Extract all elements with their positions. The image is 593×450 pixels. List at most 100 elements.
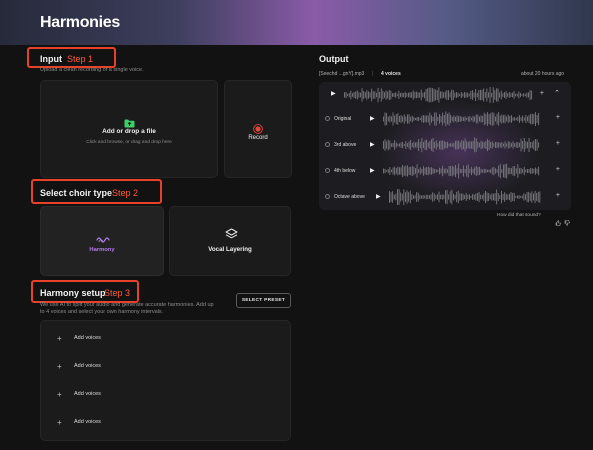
- waveform-bar: [472, 193, 474, 200]
- waveform-bar: [424, 91, 425, 99]
- waveform-bar: [392, 112, 394, 126]
- play-icon[interactable]: ▶: [370, 141, 375, 148]
- waveform-bar: [408, 192, 410, 202]
- waveform-bar: [390, 192, 392, 202]
- waveform-bar: [445, 190, 446, 204]
- waveform-bar: [392, 167, 394, 175]
- waveform-bar: [471, 117, 472, 121]
- play-icon[interactable]: ▶: [331, 90, 336, 97]
- track-radio[interactable]: [325, 142, 330, 147]
- track-radio[interactable]: [325, 168, 330, 173]
- master-waveform[interactable]: [344, 86, 534, 104]
- plus-icon: +: [57, 334, 62, 343]
- track-waveform[interactable]: [389, 188, 541, 206]
- waveform-bar: [506, 116, 508, 122]
- waveform-bar: [512, 166, 514, 176]
- waveform-bar: [490, 142, 492, 149]
- waveform-bar: [352, 93, 353, 97]
- feedback-question: How did that sound?: [497, 213, 541, 218]
- waveform-bar: [531, 168, 533, 174]
- waveform-bar: [488, 193, 490, 201]
- waveform-bar: [527, 116, 528, 122]
- waveform-bar: [514, 166, 516, 176]
- choir-option-harmony[interactable]: Harmony: [40, 206, 164, 276]
- waveform-bar: [419, 142, 421, 149]
- waveform-bar: [513, 192, 515, 202]
- track-row[interactable]: Octave above ▶ +: [319, 184, 571, 210]
- thumbs-down-icon[interactable]: [564, 213, 570, 226]
- add-icon[interactable]: +: [556, 166, 560, 173]
- waveform-bar: [483, 112, 485, 126]
- waveform-bar: [360, 92, 361, 98]
- waveform-bar: [501, 190, 502, 204]
- waveform-bar: [482, 141, 484, 149]
- add-icon[interactable]: +: [556, 140, 560, 147]
- waveform-bar: [432, 138, 434, 152]
- add-track-icon[interactable]: +: [540, 90, 544, 97]
- waveform-bar: [517, 164, 519, 178]
- record-button[interactable]: Record: [224, 80, 292, 178]
- waveform-bar: [414, 195, 416, 199]
- waveform-bar: [345, 92, 347, 99]
- waveform-bar: [416, 142, 418, 148]
- waveform-bar: [426, 139, 428, 151]
- waveform-bar: [530, 168, 532, 174]
- track-row[interactable]: 4th below ▶ +: [319, 158, 571, 184]
- waveform-bar: [496, 88, 497, 102]
- waveform-bar: [416, 164, 418, 178]
- waveform-bar: [395, 114, 397, 125]
- waveform-bar: [512, 193, 514, 201]
- upload-dropzone[interactable]: Add or drop a file Click and browse, or …: [40, 80, 218, 178]
- waveform-bar: [523, 193, 525, 201]
- waveform-bar: [438, 87, 440, 103]
- waveform-bar: [455, 116, 456, 122]
- add-icon[interactable]: +: [556, 192, 560, 199]
- waveform-bar: [459, 168, 461, 174]
- add-icon[interactable]: +: [556, 114, 560, 121]
- track-row[interactable]: 3rd above ▶ +: [319, 132, 571, 158]
- waveform-bar: [502, 194, 504, 200]
- add-voice-row[interactable]: + Add voices: [41, 355, 290, 379]
- track-radio[interactable]: [325, 194, 330, 199]
- waveform-bar: [523, 138, 525, 153]
- waveform-bar: [482, 169, 484, 173]
- waveform-bar: [504, 192, 506, 202]
- track-row[interactable]: Original ▶ +: [319, 106, 571, 132]
- track-waveform[interactable]: [383, 136, 541, 154]
- waveform-bar: [520, 138, 522, 152]
- waveform-bar: [455, 165, 456, 177]
- waveform-bar: [528, 191, 530, 203]
- waveform-bar: [408, 167, 410, 175]
- waveform-bar: [480, 140, 482, 150]
- waveform-bar: [494, 90, 496, 100]
- track-radio[interactable]: [325, 116, 330, 121]
- play-icon[interactable]: ▶: [376, 193, 381, 200]
- waveform-bar: [403, 166, 405, 176]
- select-preset-button[interactable]: SELECT PRESET: [236, 293, 291, 308]
- waveform-bar: [429, 167, 431, 175]
- waveform-bar: [488, 169, 490, 173]
- waveform-bar: [474, 137, 476, 153]
- waveform-bar: [469, 169, 471, 173]
- waveform-bar: [411, 115, 413, 123]
- waveform-bar: [391, 143, 392, 147]
- waveform-bar: [426, 167, 428, 175]
- waveform-bar: [501, 141, 503, 149]
- waveform-bar: [489, 87, 491, 103]
- thumbs-up-icon[interactable]: [555, 213, 561, 226]
- chevron-up-icon[interactable]: ⌃: [554, 89, 560, 97]
- waveform-bar: [440, 91, 441, 99]
- add-voice-row[interactable]: + Add voices: [41, 327, 290, 351]
- waveform-bar: [409, 92, 411, 98]
- track-waveform[interactable]: [383, 110, 541, 128]
- play-icon[interactable]: ▶: [370, 115, 375, 122]
- play-icon[interactable]: ▶: [370, 167, 375, 174]
- upload-title: Add or drop a file: [102, 128, 156, 135]
- choir-option-vocal-layering[interactable]: Vocal Layering: [169, 206, 291, 276]
- waveform-bar: [488, 92, 489, 98]
- add-voice-row[interactable]: + Add voices: [41, 411, 290, 435]
- track-waveform[interactable]: [383, 162, 541, 180]
- add-voice-row[interactable]: + Add voices: [41, 383, 290, 407]
- waveform-bar: [391, 169, 392, 173]
- waveform-bar: [509, 193, 510, 201]
